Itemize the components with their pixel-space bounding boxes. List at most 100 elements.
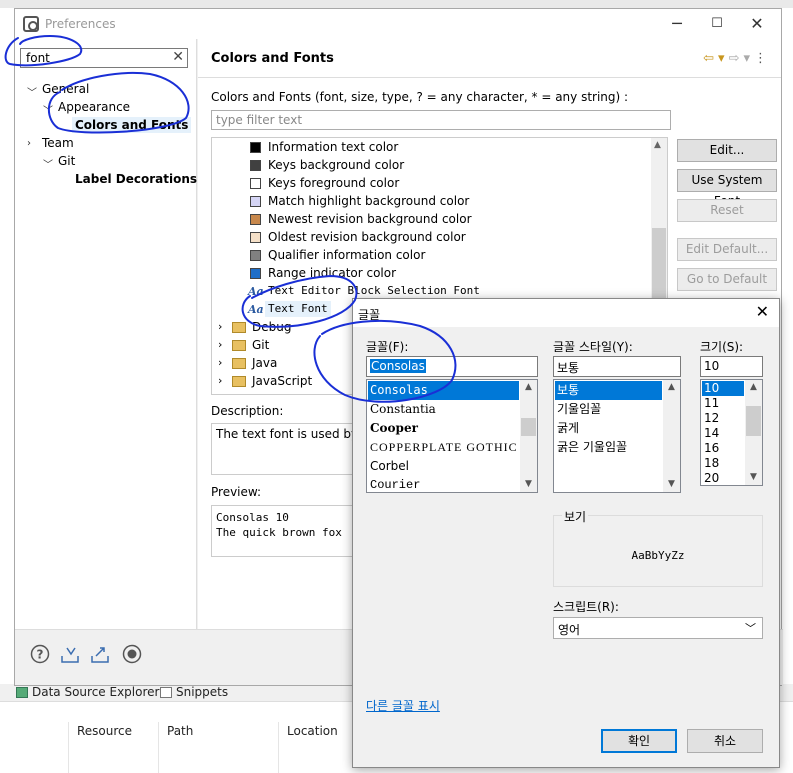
list-item[interactable]: 11	[702, 396, 744, 411]
style-list-scrollbar[interactable]: ▲ ▼	[663, 380, 680, 492]
column-separator	[68, 722, 69, 773]
size-list[interactable]: 10 11 12 14 16 18 20 ▲ ▼	[700, 379, 763, 486]
font-list-scrollbar[interactable]: ▲ ▼	[520, 380, 537, 492]
chevron-down-icon: ﹀	[745, 622, 756, 635]
export-icon[interactable]	[90, 644, 110, 664]
list-item[interactable]: Range indicator color	[212, 265, 652, 283]
font-list[interactable]: Consolas Constantia Cooper COPPERPLATE GOTH…	[366, 379, 538, 493]
chevron-right-icon[interactable]: ›	[218, 319, 222, 335]
color-swatch	[250, 196, 261, 207]
use-system-font-button[interactable]: Use System Font	[677, 169, 777, 208]
tree-item-appearance[interactable]: Appearance	[58, 100, 130, 114]
list-item[interactable]: Qualifier information color	[212, 247, 652, 265]
scrollbar-thumb[interactable]	[652, 228, 666, 298]
category-label: Java	[252, 356, 278, 370]
help-icon[interactable]: ?	[30, 644, 50, 664]
column-header-resource[interactable]: Resource	[77, 724, 132, 738]
go-to-default-button[interactable]: Go to Default	[677, 268, 777, 291]
tree-item-general[interactable]: General	[42, 82, 89, 96]
column-separator	[158, 722, 159, 773]
list-item[interactable]: 16	[702, 441, 744, 456]
close-button[interactable]: ✕	[737, 13, 777, 35]
font-dialog-titlebar[interactable]: 글꼴 ✕	[353, 299, 779, 327]
font-style-input[interactable]: 보통	[553, 356, 681, 377]
size-list-scrollbar[interactable]: ▲ ▼	[745, 380, 762, 485]
tree-item-team[interactable]: Team	[42, 136, 74, 150]
clear-filter-icon[interactable]: ✕	[172, 49, 184, 65]
list-item[interactable]: Match highlight background color	[212, 193, 652, 211]
list-item[interactable]: 기울임꼴	[555, 400, 662, 419]
color-swatch	[250, 178, 261, 189]
minimize-button[interactable]: ─	[657, 13, 697, 35]
font-style-list[interactable]: 보통 기울임꼴 굵게 굵은 기울임꼴 ▲ ▼	[553, 379, 681, 493]
list-item[interactable]: COPPERPLATE GOTHIC	[368, 438, 519, 457]
list-item[interactable]: Keys foreground color	[212, 175, 652, 193]
list-item[interactable]: 10	[702, 381, 744, 396]
column-header-path[interactable]: Path	[167, 724, 193, 738]
preferences-filter-input[interactable]: font ✕	[20, 48, 188, 68]
list-item[interactable]: 12	[702, 411, 744, 426]
import-icon[interactable]	[60, 644, 80, 664]
chevron-right-icon[interactable]: ›	[218, 355, 222, 371]
navigation-icons: ⇦▾⇨▾⋮	[703, 51, 771, 66]
show-more-fonts-link[interactable]: 다른 글꼴 표시	[366, 697, 440, 714]
preferences-titlebar[interactable]: Preferences ─ ☐ ✕	[15, 9, 781, 39]
tree-item-colors-and-fonts[interactable]: Colors and Fonts	[72, 117, 192, 133]
list-item[interactable]: 굵은 기울임꼴	[555, 438, 662, 457]
font-icon: Aa	[248, 303, 264, 316]
edit-button[interactable]: Edit...	[677, 139, 777, 162]
back-arrow-icon[interactable]: ⇦▾	[703, 51, 728, 66]
list-item[interactable]: Cooper	[368, 419, 519, 438]
list-item[interactable]: 굵게	[555, 419, 662, 438]
script-select[interactable]: 영어 ﹀	[553, 617, 763, 639]
chevron-down-icon[interactable]: ﹀	[43, 102, 53, 117]
size-input[interactable]: 10	[700, 356, 763, 377]
chevron-down-icon[interactable]: ﹀	[27, 84, 37, 99]
close-icon[interactable]: ✕	[756, 302, 769, 321]
forward-arrow-icon[interactable]: ⇨▾	[729, 51, 754, 66]
folder-icon	[232, 394, 246, 395]
chevron-right-icon[interactable]: ›	[27, 138, 31, 149]
list-item[interactable]: Newest revision background color	[212, 211, 652, 229]
list-item[interactable]: 보통	[555, 381, 662, 400]
edit-default-button[interactable]: Edit Default...	[677, 238, 777, 261]
column-header-location[interactable]: Location	[287, 724, 338, 738]
cancel-button[interactable]: 취소	[687, 729, 763, 753]
list-item[interactable]: Courier	[368, 476, 519, 492]
list-item[interactable]: Oldest revision background color	[212, 229, 652, 247]
list-item[interactable]: 18	[702, 456, 744, 471]
ide-toolbar	[0, 0, 793, 8]
tree-item-git[interactable]: Git	[58, 154, 75, 168]
window-title: Preferences	[45, 17, 116, 31]
color-swatch	[250, 250, 261, 261]
type-filter-input[interactable]: type filter text	[211, 110, 671, 130]
tab-data-source-explorer[interactable]: Data Source Explorer	[14, 684, 159, 702]
snippets-icon	[160, 687, 172, 698]
list-item[interactable]: Constantia	[368, 400, 519, 419]
category-label: JST	[252, 391, 271, 394]
font-name-input[interactable]: Consolas	[366, 356, 538, 377]
ok-button[interactable]: 확인	[601, 729, 677, 753]
list-item[interactable]: 14	[702, 426, 744, 441]
list-item-label: Text Editor Block Selection Font	[268, 284, 480, 297]
tab-snippets[interactable]: Snippets	[158, 684, 228, 702]
chevron-right-icon[interactable]: ›	[218, 391, 222, 394]
chevron-right-icon[interactable]: ›	[218, 373, 222, 389]
chevron-down-icon[interactable]: ﹀	[43, 156, 53, 171]
tree-item-label-decorations[interactable]: Label Decorations	[75, 172, 197, 186]
list-item[interactable]: 20	[702, 471, 744, 485]
list-item-label: Keys background color	[268, 158, 405, 172]
font-label: 글꼴(F):	[366, 340, 409, 354]
list-item[interactable]: Keys background color	[212, 157, 652, 175]
maximize-button[interactable]: ☐	[697, 13, 737, 35]
list-item-label: Qualifier information color	[268, 248, 426, 262]
list-item-label: Range indicator color	[268, 266, 397, 280]
reset-button[interactable]: Reset	[677, 199, 777, 222]
chevron-right-icon[interactable]: ›	[218, 337, 222, 353]
list-item[interactable]: Corbel	[368, 457, 519, 476]
list-item-label: Newest revision background color	[268, 212, 472, 226]
list-item[interactable]: Information text color	[212, 139, 652, 157]
more-options-icon[interactable]: ⋮	[754, 51, 771, 66]
list-item[interactable]: Consolas	[368, 381, 519, 400]
record-icon[interactable]	[122, 644, 142, 664]
